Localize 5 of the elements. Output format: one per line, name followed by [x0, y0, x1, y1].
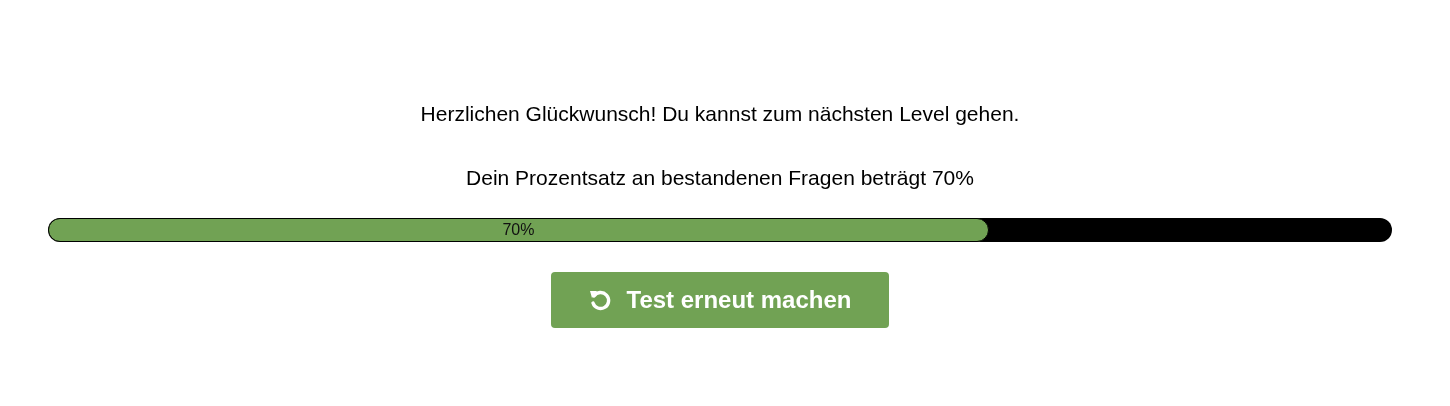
score-text: Dein Prozentsatz an bestandenen Fragen beträgt 70% — [466, 165, 974, 191]
congratulations-message: Herzlichen Glückwunsch! Du kannst zum nächsten Level gehen. — [420, 101, 1020, 127]
retry-icon — [588, 288, 611, 312]
retry-button[interactable]: Test erneut machen — [551, 272, 889, 328]
progress-label: 70% — [502, 221, 535, 239]
